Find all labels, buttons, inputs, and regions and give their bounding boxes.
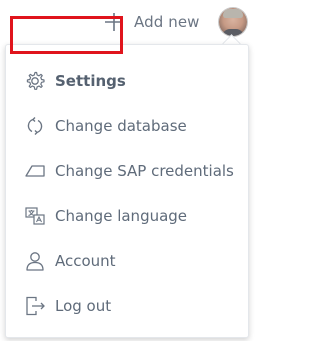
menu-item-settings[interactable]: Settings	[6, 59, 248, 103]
menu-item-account[interactable]: Account	[6, 239, 248, 283]
user-icon	[26, 252, 44, 271]
menu-item-log-out[interactable]: Log out	[6, 284, 248, 328]
plus-icon	[105, 13, 123, 31]
menu-item-label: Change database	[55, 117, 187, 135]
top-bar: Add new	[0, 0, 256, 44]
menu-item-change-language[interactable]: Change language	[6, 194, 248, 238]
refresh-icon	[27, 117, 43, 135]
translate-icon	[25, 207, 45, 225]
menu-item-label: Change language	[55, 207, 188, 225]
menu-item-label: Settings	[55, 72, 126, 90]
menu-item-label: Account	[55, 252, 116, 270]
add-new-button[interactable]: Add new	[104, 9, 200, 35]
user-avatar[interactable]	[219, 8, 247, 36]
user-dropdown-menu: Settings Change database Change SAP cred…	[5, 44, 249, 338]
add-new-label: Add new	[134, 13, 200, 31]
menu-item-label: Log out	[55, 297, 112, 315]
menu-item-change-sap-credentials[interactable]: Change SAP credentials	[6, 149, 248, 193]
menu-item-label: Change SAP credentials	[55, 162, 234, 180]
credential-tag-icon	[25, 165, 45, 177]
menu-item-change-database[interactable]: Change database	[6, 104, 248, 148]
gear-icon	[26, 71, 45, 90]
logout-icon	[26, 296, 45, 316]
